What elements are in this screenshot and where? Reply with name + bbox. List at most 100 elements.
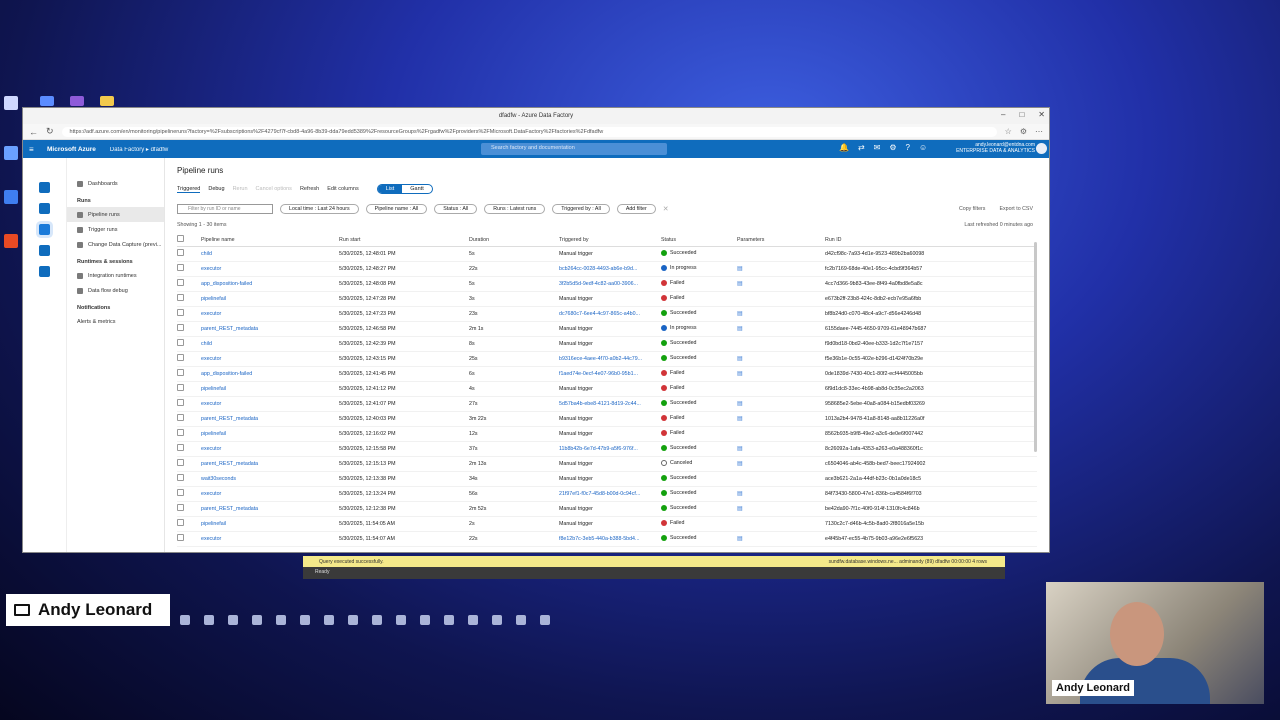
row-checkbox[interactable] (177, 534, 184, 541)
table-row[interactable]: parent_REST_metadata 5/30/2025, 12:12:38 … (177, 501, 1037, 517)
row-checkbox[interactable] (177, 474, 184, 481)
app-icon-folder[interactable] (100, 96, 114, 106)
taskbar-app-icon[interactable] (180, 615, 190, 625)
row-checkbox[interactable] (177, 489, 184, 496)
table-row[interactable]: parent_REST_metadata 5/30/2025, 12:15:13 … (177, 456, 1037, 472)
table-row[interactable]: executor 5/30/2025, 11:54:07 AM 22s f8e12b7… (177, 531, 1037, 547)
pipeline-name-link[interactable]: executor (201, 401, 221, 407)
taskbar-app-icon[interactable] (516, 615, 526, 625)
taskbar-app-icon[interactable] (204, 615, 214, 625)
pipeline-name-link[interactable]: pipelinefail (201, 521, 226, 527)
table-row[interactable]: pipelinefail 5/30/2025, 12:47:28 PM 3s Manu… (177, 291, 1037, 307)
taskbar-app-icon[interactable] (396, 615, 406, 625)
time-filter[interactable]: Local time : Last 24 hours (280, 204, 359, 214)
table-row[interactable]: app_disposition-failed 5/30/2025, 12:41:4… (177, 366, 1037, 382)
taskbar-app-icon[interactable] (276, 615, 286, 625)
edit-columns-button[interactable]: Edit columns (327, 186, 359, 192)
avatar[interactable] (1036, 143, 1047, 154)
help-icon[interactable]: ? (906, 143, 910, 152)
tab-triggered[interactable]: Triggered (177, 186, 201, 193)
row-checkbox[interactable] (177, 264, 184, 271)
column-header[interactable]: Triggered by (559, 234, 661, 247)
parameters-icon[interactable]: ▤ (737, 416, 743, 422)
parameters-icon[interactable]: ▤ (737, 491, 743, 497)
pipeline-name-link[interactable]: parent_REST_metadata (201, 506, 258, 512)
favorite-icon[interactable]: ☆ (1005, 127, 1012, 136)
pipeline-name-link[interactable]: parent_REST_metadata (201, 461, 258, 467)
app-icon-blue[interactable] (40, 96, 54, 106)
vertical-scrollbar[interactable] (1034, 242, 1037, 452)
row-checkbox[interactable] (177, 459, 184, 466)
cancel-options-button[interactable]: Cancel options (256, 186, 292, 192)
copy-filters-button[interactable]: Copy filters (959, 206, 986, 212)
row-checkbox[interactable] (177, 414, 184, 421)
parameters-icon[interactable]: ▤ (737, 371, 743, 377)
row-checkbox[interactable] (177, 279, 184, 286)
table-row[interactable]: child 5/30/2025, 12:48:01 PM 5s Manual trig… (177, 246, 1037, 262)
row-checkbox[interactable] (177, 384, 184, 391)
back-icon[interactable]: ← (29, 127, 38, 137)
parameters-icon[interactable]: ▤ (737, 311, 743, 317)
status-filter[interactable]: Status : All (434, 204, 478, 214)
triggered-by-value[interactable]: b9316ece-4aee-4f70-a0b2-44c79... (559, 356, 642, 362)
table-row[interactable]: wait30seconds 5/30/2025, 12:13:38 PM 34s Ma… (177, 471, 1037, 487)
table-row[interactable]: executor 5/30/2025, 12:13:24 PM 56s 21f97ef… (177, 486, 1037, 502)
taskbar-app-icon[interactable] (492, 615, 502, 625)
pipeline-name-link[interactable]: executor (201, 356, 221, 362)
row-checkbox[interactable] (177, 249, 184, 256)
table-row[interactable]: app_disposition-failed 5/30/2025, 12:48:0… (177, 276, 1037, 292)
table-row[interactable]: parent_REST_metadata 5/30/2025, 12:40:03 … (177, 411, 1037, 427)
brave-icon[interactable] (4, 234, 18, 248)
sidebar-item-dashboards[interactable]: Dashboards (67, 176, 164, 191)
factory-search-input[interactable]: Search factory and documentation (481, 143, 667, 155)
reload-icon[interactable]: ↻ (46, 126, 54, 137)
triggered-by-value[interactable]: 11b8b42b-6e7d-47b9-a5f6-976f... (559, 446, 638, 452)
sidebar-item-pipeline-runs[interactable]: Pipeline runs (67, 207, 164, 222)
desktop-icon-2[interactable] (4, 146, 18, 160)
close-icon[interactable]: ✕ (1038, 110, 1045, 119)
table-row[interactable]: parent_REST_metadata 5/30/2025, 12:46:58 … (177, 321, 1037, 337)
filter-input[interactable]: Filter by run ID or name (177, 204, 273, 214)
triggered-by-value[interactable]: 5d57ba4b-ebe8-4121-8d19-2c44... (559, 401, 641, 407)
pipeline-name-link[interactable]: executor (201, 536, 221, 542)
user-info[interactable]: andy.leonard@entdna.com ENTERPRISE DATA … (956, 142, 1035, 154)
parameters-icon[interactable]: ▤ (737, 326, 743, 332)
table-row[interactable]: pipelinefail 5/30/2025, 12:41:12 PM 4s Manu… (177, 381, 1037, 397)
settings-icon[interactable]: ⚙ (889, 143, 896, 152)
column-header[interactable]: Pipeline name (201, 234, 339, 247)
pipeline-name-link[interactable]: executor (201, 266, 221, 272)
rerun-button[interactable]: Rerun (233, 186, 248, 192)
list-view-button[interactable]: List (377, 185, 403, 193)
manage-icon[interactable] (39, 245, 50, 256)
taskbar-app-icon[interactable] (444, 615, 454, 625)
add-filter-button[interactable]: Add filter (616, 204, 656, 214)
pipeline-name-filter[interactable]: Pipeline name : All (365, 204, 428, 214)
author-icon[interactable] (39, 203, 50, 214)
table-row[interactable]: executor 5/30/2025, 12:15:58 PM 37s 11b8b42… (177, 441, 1037, 457)
column-header[interactable]: Run ID (825, 234, 1037, 247)
table-row[interactable]: pipelinefail 5/30/2025, 12:16:02 PM 12s Man… (177, 426, 1037, 442)
refresh-button[interactable]: Refresh (300, 186, 319, 192)
row-checkbox[interactable] (177, 369, 184, 376)
sidebar-item-integration-runtimes[interactable]: Integration runtimes (67, 268, 164, 283)
taskbar-app-icon[interactable] (468, 615, 478, 625)
triggered-by-value[interactable]: f8e12b7c-3eb5-440a-b388-5bd4... (559, 536, 639, 542)
row-checkbox[interactable] (177, 444, 184, 451)
url-field[interactable]: https://adf.azure.com/en/monitoring/pipe… (61, 126, 997, 137)
pipeline-name-link[interactable]: app_disposition-failed (201, 371, 252, 377)
row-checkbox[interactable] (177, 519, 184, 526)
triggered-by-value[interactable]: 21f97ef1-f0c7-45d8-b00d-0c94cf... (559, 491, 640, 497)
table-row[interactable]: pipelinefail 5/30/2025, 11:54:05 AM 2s Manu… (177, 516, 1037, 532)
person-icon[interactable]: ☺ (919, 143, 927, 152)
row-checkbox[interactable] (177, 429, 184, 436)
triggered-by-filter[interactable]: Triggered by : All (552, 204, 610, 214)
pipeline-name-link[interactable]: executor (201, 311, 221, 317)
taskbar-app-icon[interactable] (540, 615, 550, 625)
sidebar-item-trigger-runs[interactable]: Trigger runs (67, 222, 164, 237)
table-row[interactable]: executor 5/30/2025, 12:47:23 PM 23s dc7680c… (177, 306, 1037, 322)
parameters-icon[interactable]: ▤ (737, 266, 743, 272)
column-header[interactable]: Duration (469, 234, 559, 247)
notifications-icon[interactable]: 🔔 (839, 143, 849, 152)
feedback-icon[interactable]: ✉ (874, 143, 881, 152)
table-row[interactable]: executor 5/30/2025, 12:41:07 PM 27s 5d57ba4… (177, 396, 1037, 412)
